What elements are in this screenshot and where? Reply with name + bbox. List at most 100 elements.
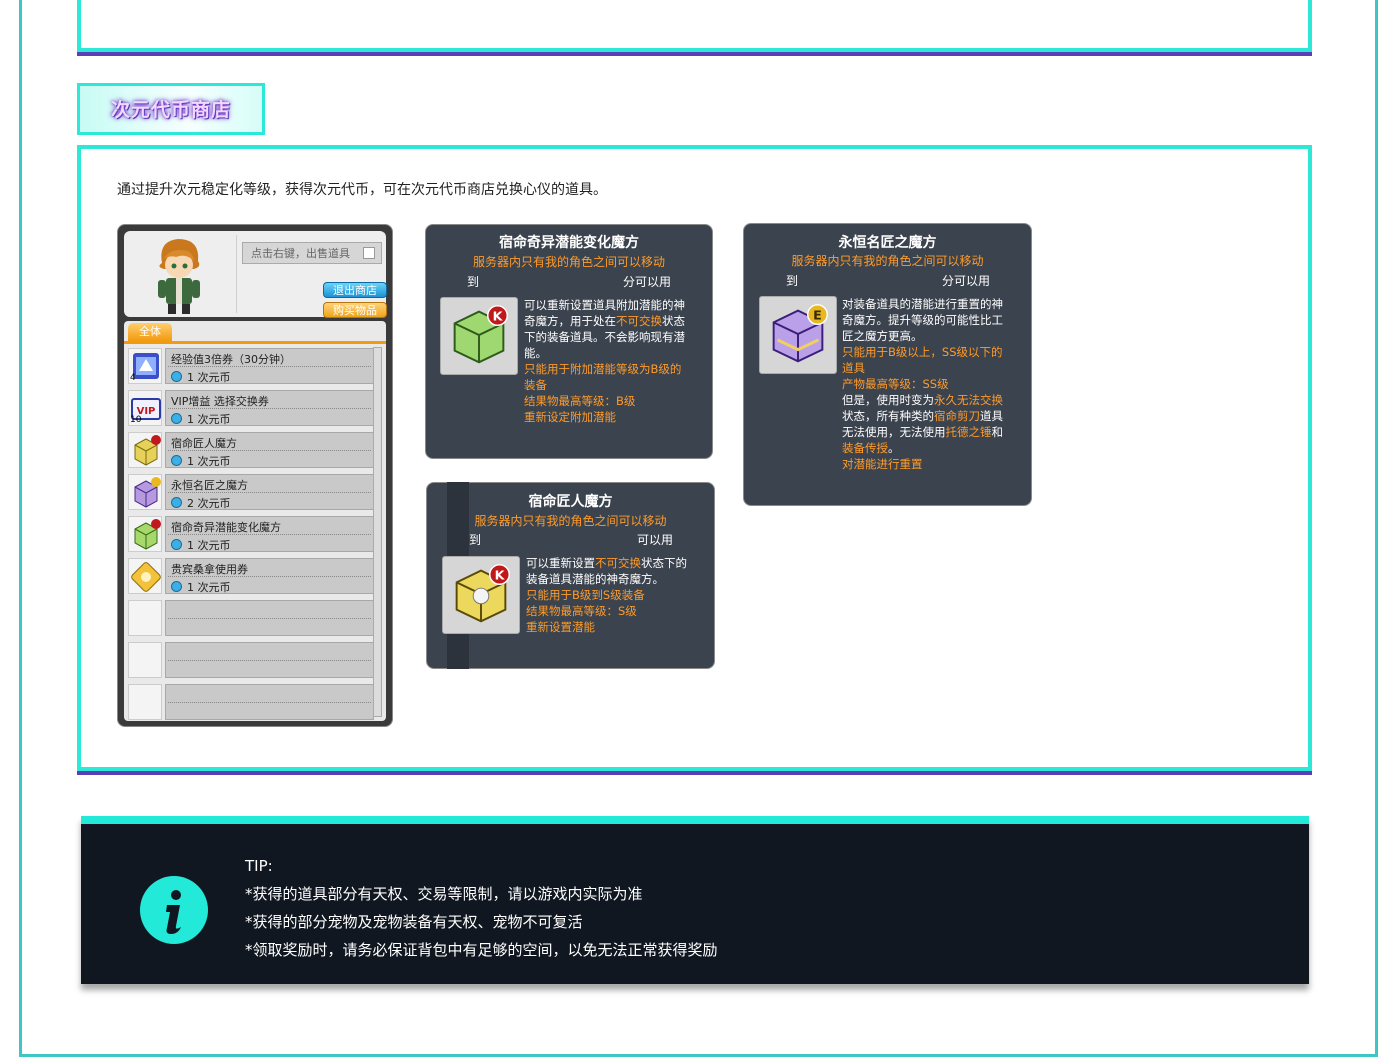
craftsman-cube-icon: K: [442, 556, 520, 634]
item-list-scrollbar[interactable]: [373, 347, 382, 717]
tooltip-to-label: 到: [469, 533, 482, 547]
list-item[interactable]: 宿命奇异潜能变化魔方 1 次元币: [128, 516, 374, 554]
list-item[interactable]: 永恒名匠之魔方 2 次元币: [128, 474, 374, 512]
tip-line: *领取奖励时，请务必保证背包中有足够的空间，以免无法正常获得奖励: [245, 941, 718, 959]
svg-text:E: E: [813, 307, 822, 322]
sell-checkbox[interactable]: [363, 247, 375, 259]
buy-item-button[interactable]: 购买物品: [323, 302, 387, 318]
item-info: 永恒名匠之魔方 2 次元币: [165, 474, 374, 510]
item-name: VIP增益 选择交换券: [171, 395, 269, 408]
list-item[interactable]: 宿命匠人魔方 1 次元币: [128, 432, 374, 470]
list-item[interactable]: 4 经验值3倍券（30分钟） 1 次元币: [128, 348, 374, 386]
description-line: 只能用于附加潜能等级为B级的: [524, 362, 682, 376]
row-divider: [168, 366, 371, 367]
item-badge: 4: [130, 373, 136, 383]
item-name: 经验值3倍券（30分钟）: [171, 353, 291, 366]
item-price: 1 次元币: [171, 411, 231, 427]
description-line: 重新设定附加潜能: [524, 410, 616, 424]
item-name: 永恒名匠之魔方: [171, 479, 248, 492]
row-divider: [168, 576, 371, 577]
tooltip-to-label: 到: [786, 274, 799, 288]
item-price: 1 次元币: [171, 537, 231, 553]
row-divider: [168, 450, 371, 451]
empty-slot: [128, 600, 374, 638]
svg-text:K: K: [495, 567, 506, 582]
section-title-tag: 次元代币商店: [77, 83, 265, 135]
description-line: 可以重新设置道具附加潜能的神: [524, 298, 685, 312]
tooltip-title: 永恒名匠之魔方: [838, 235, 937, 251]
section-title: 次元代币商店: [110, 99, 231, 121]
empty-slot: [128, 642, 374, 680]
shop-item-list: 全体 4 经验值3倍券（30分钟） 1 次元币 VIP 10 VIP增益 选择交…: [124, 321, 386, 721]
tooltip-to-label: 到: [467, 275, 480, 289]
svg-text:K: K: [493, 308, 504, 323]
item-price: 1 次元币: [171, 579, 231, 595]
tip-line: *获得的道具部分有天权、交易等限制，请以游戏内实际为准: [245, 885, 643, 903]
description-line: 状态，所有种类的宿命剪刀道具: [842, 409, 1003, 423]
coin-icon: [171, 539, 182, 550]
tooltip-subtitle: 服务器内只有我的角色之间可以移动: [474, 514, 667, 528]
tooltip-description: 可以重新设置不可交换状态下的 装备道具潜能的神奇魔方。 只能用于B级到S级装备 结果物…: [526, 555, 708, 635]
tooltip-usable-label: 分可以用: [942, 274, 991, 288]
tooltip-description: 可以重新设置道具附加潜能的神 奇魔方，用于处在不可交换状态 下的装备道具。不会影响现…: [524, 297, 704, 425]
master-cube-icon: E: [759, 296, 837, 374]
tooltip-usable-label: 分可以用: [623, 275, 672, 289]
coin-icon: [171, 497, 182, 508]
exit-shop-button[interactable]: 退出商店: [323, 282, 387, 298]
sell-hint-label: 点击右键，出售道具: [251, 247, 350, 260]
sauna-coupon-icon: [128, 558, 162, 594]
tooltip-subtitle: 服务器内只有我的角色之间可以移动: [791, 254, 984, 268]
tip-panel: TIP: *获得的道具部分有天权、交易等限制，请以游戏内实际为准 *获得的部分宠…: [81, 816, 1309, 984]
craftsman-cube-icon: [128, 432, 162, 468]
bonus-cube-icon: [128, 516, 162, 552]
description-line: 对装备道具的潜能进行重置的神: [842, 297, 1003, 311]
description-line: 结果物最高等级：B级: [524, 394, 636, 408]
list-item[interactable]: VIP 10 VIP增益 选择交换券 1 次元币: [128, 390, 374, 428]
item-name: 贵宾桑拿使用券: [171, 563, 248, 576]
item-price: 1 次元币: [171, 453, 231, 469]
item-name: 宿命匠人魔方: [171, 437, 237, 450]
tooltip-description: 对装备道具的潜能进行重置的神 奇魔方。提升等级的可能性比工 匠之魔方更高。 只能用于B…: [842, 296, 1024, 472]
description-line: 装备传授。: [842, 441, 900, 455]
description-line: 奇魔方。提升等级的可能性比工: [842, 313, 1003, 327]
row-divider: [168, 492, 371, 493]
tooltip-master-cube: 永恒名匠之魔方 服务器内只有我的角色之间可以移动 到 分可以用 E 对装备道具的…: [743, 223, 1032, 506]
intro-text: 通过提升次元稳定化等级，获得次元代币，可在次元代币商店兑换心仪的道具。: [117, 182, 607, 198]
tooltip-usable-label: 可以用: [637, 533, 674, 547]
exp-coupon-icon: 4: [128, 348, 162, 384]
tip-line: *获得的部分宠物及宠物装备有天权、宠物不可复活: [245, 913, 583, 931]
description-line: 但是，使用时变为永久无法交换: [842, 393, 1003, 407]
item-price: 1 次元币: [171, 369, 231, 385]
info-icon: [140, 876, 208, 944]
row-divider: [168, 534, 371, 535]
tip-text: TIP: *获得的道具部分有天权、交易等限制，请以游戏内实际为准 *获得的部分宠…: [245, 852, 718, 964]
empty-slot: [128, 684, 374, 722]
tab-all[interactable]: 全体: [128, 323, 172, 341]
row-divider: [168, 408, 371, 409]
description-line: 道具: [842, 361, 865, 375]
shop-window: 点击右键，出售道具 退出商店 购买物品 全体 4 经验值3倍券（30分钟） 1 …: [117, 224, 393, 727]
coin-icon: [171, 581, 182, 592]
item-rows: 4 经验值3倍券（30分钟） 1 次元币 VIP 10 VIP增益 选择交换券 …: [128, 348, 374, 726]
coin-icon: [171, 413, 182, 424]
description-line: 结果物最高等级：S级: [526, 604, 637, 618]
description-line: 无法使用，无法使用托德之锤和: [842, 425, 1003, 439]
description-line: 装备: [524, 378, 547, 392]
description-line: 装备道具潜能的神奇魔方。: [526, 572, 664, 586]
tab-underline: [124, 341, 386, 344]
tooltip-title: 宿命匠人魔方: [528, 494, 613, 510]
item-name: 宿命奇异潜能变化魔方: [171, 521, 281, 534]
list-item[interactable]: 贵宾桑拿使用券 1 次元币: [128, 558, 374, 596]
tip-label: TIP:: [245, 857, 273, 875]
header-divider: [236, 235, 237, 313]
item-price: 2 次元币: [171, 495, 231, 511]
coin-icon: [171, 371, 182, 382]
sell-item-toggle[interactable]: 点击右键，出售道具: [242, 242, 382, 264]
character-avatar: [158, 239, 200, 314]
item-info: VIP增益 选择交换券 1 次元币: [165, 390, 374, 426]
description-line: 可以重新设置不可交换状态下的: [526, 556, 687, 570]
item-info: 宿命奇异潜能变化魔方 1 次元币: [165, 516, 374, 552]
item-badge: 10: [130, 415, 142, 425]
tooltip-bonus-cube: 宿命奇异潜能变化魔方 服务器内只有我的角色之间可以移动 到 分可以用 K 可以重…: [425, 224, 713, 459]
tooltip-subtitle: 服务器内只有我的角色之间可以移动: [472, 255, 665, 269]
